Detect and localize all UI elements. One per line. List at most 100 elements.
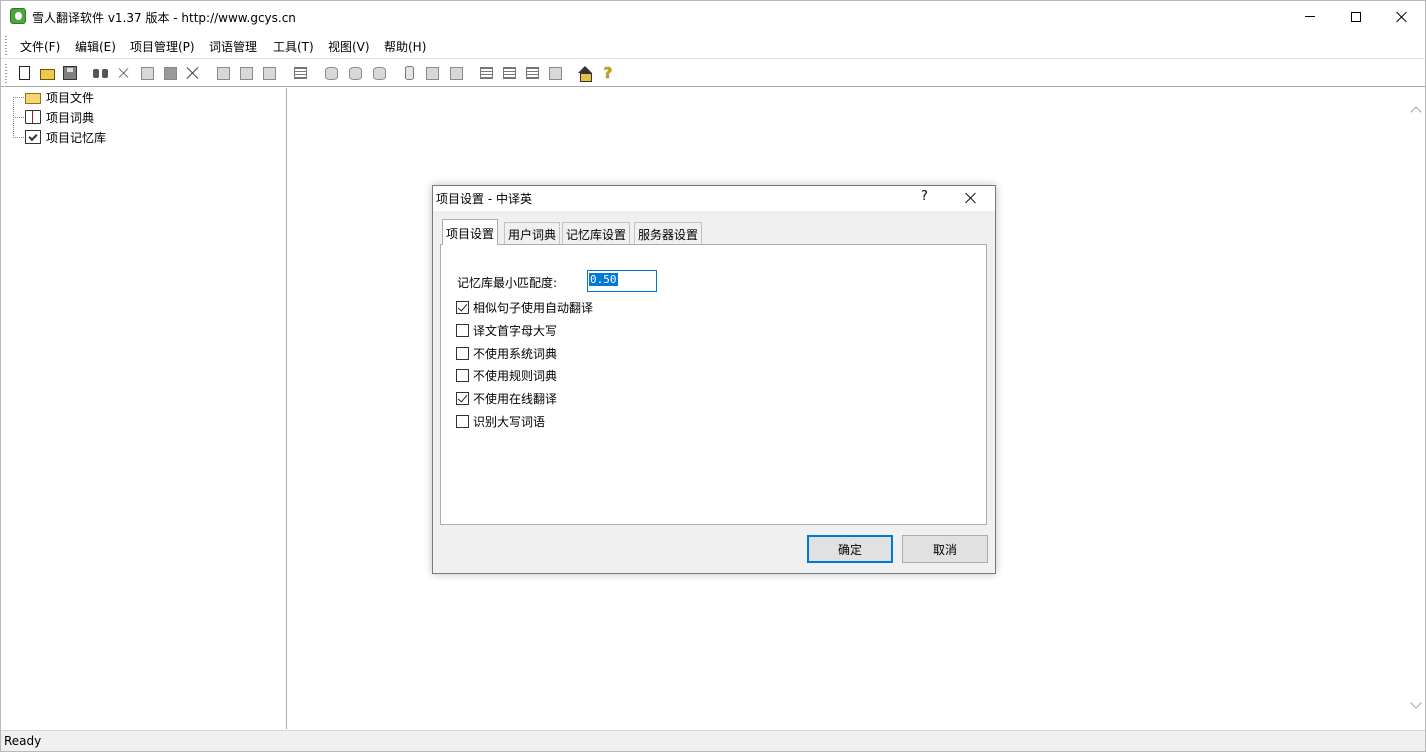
dialog-title: 项目设置 - 中译英	[436, 192, 532, 206]
checkbox-unchecked[interactable]	[456, 323, 469, 337]
import-button[interactable]	[423, 64, 441, 82]
minimize-icon	[1305, 16, 1315, 17]
dictionary-book-icon	[25, 110, 41, 124]
database-add-button[interactable]	[322, 64, 340, 82]
new-document-button[interactable]	[15, 64, 33, 82]
toolbar-separator	[207, 64, 208, 83]
vertical-scrollbar[interactable]	[1407, 88, 1425, 729]
menu-help[interactable]: 帮助(H)	[384, 38, 426, 55]
tree-item-project-files[interactable]: 项目文件	[15, 88, 94, 106]
cut-button[interactable]	[115, 64, 133, 82]
option-capitalize-first-letter[interactable]: 译文首字母大写	[456, 322, 557, 338]
match-threshold-input[interactable]: 0.50	[587, 270, 657, 292]
menu-terms[interactable]: 词语管理	[209, 38, 257, 55]
paste-icon	[163, 66, 177, 80]
option-recognize-uppercase-words[interactable]: 识别大写词语	[456, 413, 545, 429]
paste-button[interactable]	[161, 64, 179, 82]
window-title: 雪人翻译软件 v1.37 版本 - http://www.gcys.cn	[32, 11, 296, 25]
toolbar-separator	[470, 64, 471, 83]
checkbox-checked[interactable]	[456, 391, 469, 405]
format-button[interactable]	[523, 64, 541, 82]
tree-item-label: 项目词典	[46, 110, 95, 125]
checkbox-checked[interactable]	[456, 300, 469, 314]
toolbar-separator	[393, 64, 394, 83]
project-settings-dialog: 项目设置 - 中译英 ? 项目设置 用户词典 记忆库设置 服务器设置 记忆库最小…	[432, 185, 996, 574]
open-button[interactable]	[38, 64, 56, 82]
database-add-icon	[324, 66, 338, 80]
cancel-button[interactable]: 取消	[902, 535, 988, 563]
dialog-title-bar: 项目设置 - 中译英 ?	[433, 186, 995, 211]
minimize-button[interactable]	[1287, 1, 1333, 32]
export-button[interactable]	[447, 64, 465, 82]
toolbar-separator	[315, 64, 316, 83]
option-label: 识别大写词语	[473, 414, 546, 429]
tab-project-settings[interactable]: 项目设置	[442, 219, 499, 245]
folder-icon	[25, 92, 41, 104]
option-no-rule-dictionary[interactable]: 不使用规则词典	[456, 367, 557, 383]
menu-edit[interactable]: 编辑(E)	[75, 38, 116, 55]
menu-project[interactable]: 项目管理(P)	[130, 38, 195, 55]
option-label: 不使用系统词典	[473, 346, 558, 361]
database-edit-icon	[348, 66, 362, 80]
save-button[interactable]	[61, 64, 79, 82]
close-button[interactable]	[1379, 1, 1425, 32]
scroll-up-icon[interactable]	[1411, 104, 1421, 114]
menu-tools[interactable]: 工具(T)	[273, 38, 314, 55]
checkbox-unchecked[interactable]	[456, 368, 469, 382]
delete-button[interactable]	[184, 64, 202, 82]
help-icon: ?	[603, 64, 613, 82]
tree-item-project-memory[interactable]: 项目记忆库	[15, 128, 106, 146]
app-logo-icon	[10, 8, 26, 24]
toolbar-separator	[569, 64, 570, 83]
tab-memory-settings[interactable]: 记忆库设置	[562, 222, 631, 244]
checkbox-unchecked[interactable]	[456, 346, 469, 360]
menu-bar: 文件(F) 编辑(E) 项目管理(P) 词语管理 工具(T) 视图(V) 帮助(…	[1, 32, 1425, 59]
tab-server-settings[interactable]: 服务器设置	[634, 222, 703, 244]
project-button[interactable]	[214, 64, 232, 82]
help-button[interactable]: ?	[599, 64, 617, 82]
cut-icon	[119, 68, 129, 78]
tab-user-dictionary[interactable]: 用户词典	[504, 222, 561, 244]
align-button[interactable]	[500, 64, 518, 82]
maximize-button[interactable]	[1333, 1, 1379, 32]
match-threshold-label: 记忆库最小匹配度:	[457, 276, 558, 290]
option-label: 译文首字母大写	[473, 323, 558, 338]
scroll-down-icon[interactable]	[1411, 700, 1421, 710]
find-button[interactable]	[91, 64, 109, 82]
project-export-button[interactable]	[260, 64, 278, 82]
option-label: 不使用在线翻译	[473, 391, 558, 406]
home-button[interactable]	[576, 64, 594, 82]
copy-button[interactable]	[138, 64, 156, 82]
connect-icon	[548, 66, 562, 80]
list-button[interactable]	[477, 64, 495, 82]
option-no-system-dictionary[interactable]: 不使用系统词典	[456, 345, 557, 361]
connect-button[interactable]	[546, 64, 564, 82]
memory-library-icon	[25, 130, 41, 144]
checkbox-unchecked[interactable]	[456, 414, 469, 428]
toolbar-separator	[85, 64, 86, 83]
toolbar-grip	[5, 64, 7, 84]
open-folder-icon	[39, 68, 55, 80]
database-lock-button[interactable]	[370, 64, 388, 82]
option-auto-translate-similar[interactable]: 相似句子使用自动翻译	[456, 299, 593, 315]
tree-item-project-dictionary[interactable]: 项目词典	[15, 108, 94, 126]
menu-view[interactable]: 视图(V)	[328, 38, 370, 55]
status-bar: Ready	[1, 730, 1425, 751]
edit-note-button[interactable]	[291, 64, 309, 82]
menu-grip	[5, 36, 7, 56]
project-settings-button[interactable]	[237, 64, 255, 82]
database-edit-button[interactable]	[346, 64, 364, 82]
ok-button[interactable]: 确定	[807, 535, 893, 563]
toolbar: ?	[1, 60, 1425, 87]
option-no-online-translation[interactable]: 不使用在线翻译	[456, 390, 557, 406]
dialog-help-button[interactable]: ?	[921, 189, 928, 204]
new-document-icon	[18, 66, 30, 80]
copy-icon	[140, 66, 154, 80]
dialog-close-icon[interactable]	[965, 192, 977, 204]
memory-button[interactable]	[400, 64, 418, 82]
menu-file[interactable]: 文件(F)	[20, 38, 60, 55]
tree-connector	[15, 96, 25, 98]
project-tree	[3, 88, 287, 729]
maximize-icon	[1351, 11, 1361, 22]
project-settings-icon	[239, 66, 253, 80]
